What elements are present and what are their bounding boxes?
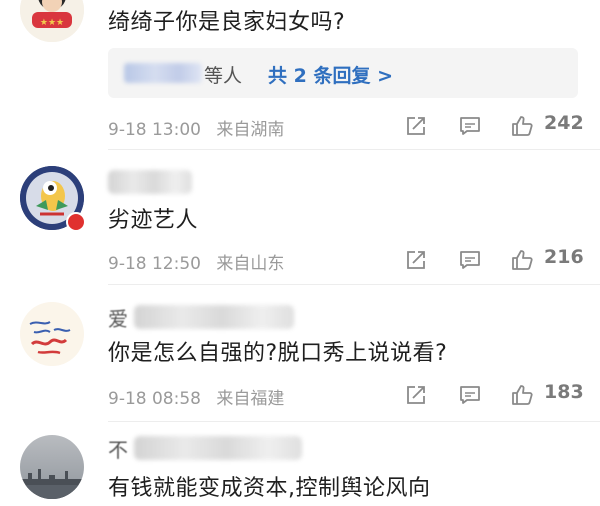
reply-names-suffix: 等人 — [204, 65, 243, 87]
share-icon[interactable] — [404, 248, 428, 272]
comment-meta: 9-18 08:58 来自福建 — [108, 384, 294, 409]
username-first-char: 不 — [108, 438, 128, 462]
svg-text:★★★: ★★★ — [40, 18, 64, 28]
comment-icon[interactable] — [458, 114, 482, 138]
share-icon[interactable] — [404, 383, 428, 407]
blurred-username — [134, 436, 302, 460]
comment-location: 来自山东 — [216, 254, 285, 274]
view-replies-link[interactable]: 共 2 条回复 > — [268, 61, 393, 88]
comment-item: 劣迹艺人 9-18 12:50 来自山东 216 — [0, 150, 600, 285]
comment-actions: 183 — [404, 381, 584, 409]
username-first-char: 爱 — [108, 307, 128, 331]
comment-location: 来自福建 — [216, 389, 285, 409]
reply-preview[interactable]: 等人 共 2 条回复 > — [108, 48, 578, 98]
like-count: 216 — [544, 246, 584, 268]
avatar[interactable]: ★★★ — [20, 0, 84, 42]
comment-date: 9-18 13:00 — [108, 120, 201, 140]
comment-item: 爱 你是怎么自强的?脱口秀上说说看? 9-18 08:58 来自福建 183 — [0, 285, 600, 422]
like-count: 242 — [544, 112, 584, 134]
comment-text: 有钱就能变成资本,控制舆论风向 — [108, 476, 431, 501]
thumbs-up-icon[interactable] — [510, 114, 534, 138]
comment-text: 你是怎么自强的?脱口秀上说说看? — [108, 341, 448, 366]
blurred-username — [124, 63, 202, 83]
thumbs-up-icon[interactable] — [510, 248, 534, 272]
avatar-handwriting-image — [20, 302, 84, 366]
like-count: 183 — [544, 381, 584, 403]
comment-item: 不 有钱就能变成资本,控制舆论风向 — [0, 422, 600, 506]
comment-item: ★★★ 绮绮子你是良家妇女吗? 等人 共 2 条回复 > 9-18 13:00 … — [0, 0, 600, 150]
comment-actions: 242 — [404, 112, 584, 140]
share-icon[interactable] — [404, 114, 428, 138]
comment-location: 来自湖南 — [216, 120, 285, 140]
comment-icon[interactable] — [458, 248, 482, 272]
comment-meta: 9-18 12:50 来自山东 — [108, 249, 294, 274]
thumbs-up-icon[interactable] — [510, 383, 534, 407]
comment-meta: 9-18 13:00 来自湖南 — [108, 115, 294, 140]
comment-icon[interactable] — [458, 383, 482, 407]
avatar[interactable] — [20, 435, 84, 499]
verified-badge — [66, 212, 86, 232]
avatar-cityscape-image — [20, 435, 84, 499]
comment-text: 劣迹艺人 — [108, 208, 199, 233]
avatar-cartoon-image: ★★★ — [20, 0, 84, 42]
comment-text: 绮绮子你是良家妇女吗? — [108, 10, 346, 35]
blurred-username — [134, 305, 294, 329]
comment-date: 9-18 08:58 — [108, 389, 201, 409]
comment-actions: 216 — [404, 246, 584, 274]
blurred-username — [108, 170, 192, 194]
avatar[interactable] — [20, 302, 84, 366]
comment-date: 9-18 12:50 — [108, 254, 201, 274]
